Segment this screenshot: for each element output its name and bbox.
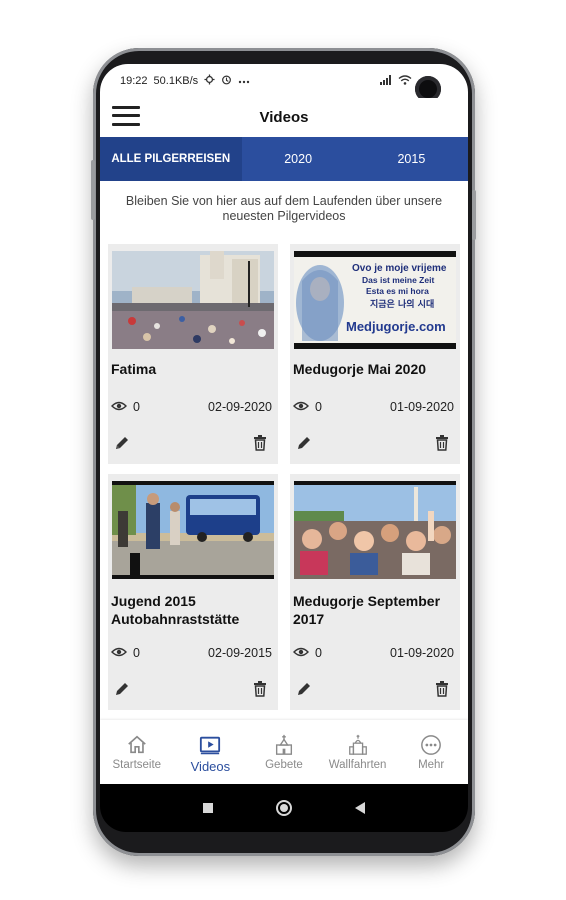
- video-thumbnail[interactable]: [112, 481, 274, 579]
- eye-icon: [293, 400, 309, 414]
- nav-item-gebete[interactable]: Gebete: [247, 720, 321, 784]
- medugorje-september-thumbnail-image: [294, 481, 456, 579]
- home-icon: [127, 735, 146, 754]
- video-card[interactable]: Jugend 2015 Autobahnraststätte 0 02-09-2…: [108, 474, 278, 710]
- jugend-2015-thumbnail-image: [112, 481, 274, 579]
- view-count: 0: [133, 400, 140, 414]
- medugorje-mai-thumbnail-image: Ovo je moje vrijeme Das ist meine Zeit E…: [294, 251, 456, 349]
- tab-alle-pilgerreisen[interactable]: ALLE PILGERREISEN: [100, 137, 242, 181]
- eye-icon: [293, 646, 309, 660]
- video-thumbnail[interactable]: [112, 251, 274, 349]
- nav-label: Startseite: [112, 759, 162, 771]
- app-bar: Videos: [100, 98, 468, 136]
- tab-2015[interactable]: 2015: [355, 137, 468, 181]
- nav-item-wallfahrten[interactable]: Wallfahrten: [321, 720, 395, 784]
- edit-pencil-icon[interactable]: [294, 679, 314, 699]
- view-count: 0: [315, 400, 322, 414]
- system-navigation-bar: [100, 784, 468, 832]
- recents-square-icon[interactable]: [199, 799, 217, 817]
- edit-pencil-icon[interactable]: [294, 433, 314, 453]
- video-card[interactable]: Ovo je moje vrijeme Das ist meine Zeit E…: [290, 244, 460, 464]
- cathedral-icon: [348, 734, 367, 755]
- video-thumbnail[interactable]: Ovo je moje vrijeme Das ist meine Zeit E…: [294, 251, 456, 349]
- signal-icon: [380, 74, 392, 88]
- video-date: 02-09-2015: [208, 646, 272, 660]
- more-dots-icon: [421, 735, 442, 755]
- wifi-icon: [398, 74, 412, 88]
- page-title: Videos: [259, 108, 309, 126]
- status-speed: 50.1KB/s: [153, 75, 199, 87]
- edit-pencil-icon[interactable]: [112, 679, 132, 699]
- video-date: 01-09-2020: [390, 400, 454, 414]
- nav-item-mehr[interactable]: Mehr: [394, 720, 468, 784]
- video-card[interactable]: Fatima 0 02-09-2020: [108, 244, 278, 464]
- delete-trash-icon[interactable]: [250, 679, 270, 699]
- intro-text: Bleiben Sie von hier aus auf dem Laufend…: [125, 194, 443, 223]
- app-screen: 19:22 50.1KB/s Videos ALLE PILGERREISEN …: [100, 64, 468, 784]
- video-title: Jugend 2015 Autobahnraststätte: [111, 593, 240, 627]
- video-thumbnail[interactable]: [294, 481, 456, 579]
- thumb-text-line2: Das ist meine Zeit: [362, 275, 434, 285]
- status-bar: 19:22 50.1KB/s: [100, 64, 468, 98]
- edit-pencil-icon[interactable]: [112, 433, 132, 453]
- nav-label: Videos: [190, 759, 231, 774]
- fatima-thumbnail-image: [112, 251, 274, 349]
- bottom-navigation: Startseite Videos Gebete Wallfahrten Meh…: [100, 720, 468, 784]
- video-title: Fatima: [111, 361, 157, 377]
- delete-trash-icon[interactable]: [432, 679, 452, 699]
- video-card[interactable]: Medugorje September 2017 0 01-09-2020: [290, 474, 460, 710]
- tab-bar: ALLE PILGERREISEN 2020 2015: [100, 137, 468, 181]
- settings-status-icon: [204, 74, 215, 88]
- nav-item-videos[interactable]: Videos: [174, 720, 248, 784]
- delete-trash-icon[interactable]: [432, 433, 452, 453]
- hamburger-menu-icon[interactable]: [112, 105, 140, 127]
- back-triangle-icon[interactable]: [351, 799, 369, 817]
- thumb-text-line4: 지금은 나의 시대: [370, 298, 434, 310]
- volume-button: [91, 160, 95, 220]
- power-button: [472, 190, 476, 240]
- tab-2020[interactable]: 2020: [242, 137, 355, 181]
- view-count: 0: [133, 646, 140, 660]
- home-circle-icon[interactable]: [275, 799, 293, 817]
- church-icon: [275, 734, 293, 755]
- thumb-text-line5: Medjugorje.com: [346, 319, 446, 334]
- alarm-status-icon: [221, 74, 232, 88]
- video-title: Medugorje September 2017: [293, 593, 441, 627]
- eye-icon: [111, 646, 127, 660]
- nav-label: Wallfahrten: [328, 759, 387, 771]
- nav-item-startseite[interactable]: Startseite: [100, 720, 174, 784]
- video-title: Medugorje Mai 2020: [293, 361, 427, 377]
- thumb-text-line1: Ovo je moje vrijeme: [352, 263, 447, 274]
- more-status-icon: [238, 75, 250, 87]
- video-date: 02-09-2020: [208, 400, 272, 414]
- status-time: 19:22: [120, 75, 148, 87]
- delete-trash-icon[interactable]: [250, 433, 270, 453]
- video-date: 01-09-2020: [390, 646, 454, 660]
- view-count: 0: [315, 646, 322, 660]
- nav-label: Mehr: [418, 759, 445, 771]
- thumb-text-line3: Esta es mi hora: [366, 286, 429, 296]
- video-play-icon: [200, 736, 221, 755]
- eye-icon: [111, 400, 127, 414]
- nav-label: Gebete: [265, 759, 303, 771]
